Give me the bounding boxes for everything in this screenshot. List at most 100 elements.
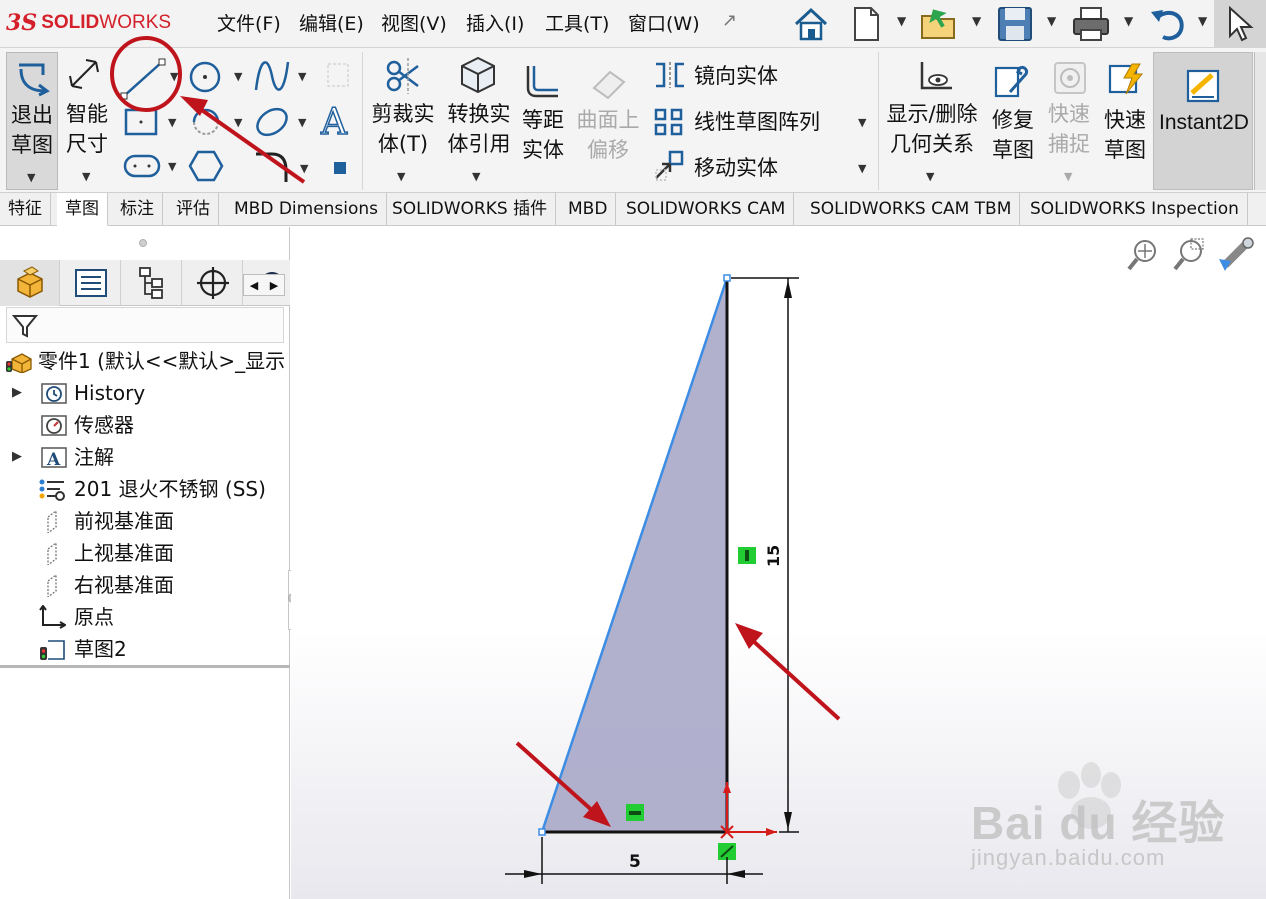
display-relations-icon[interactable] xyxy=(912,58,956,96)
panel-tabs: ◀ ▶ xyxy=(0,260,290,306)
menu-tools[interactable]: 工具(T) xyxy=(545,10,609,38)
graphics-viewport[interactable]: 15 5 Bai du 经验 jingyan.baidu.com xyxy=(291,227,1266,899)
tab-solidworks-cam[interactable]: SOLIDWORKS CAM xyxy=(618,193,795,226)
open-dropdown-icon[interactable]: ▼ xyxy=(972,14,981,28)
save-dropdown-icon[interactable]: ▼ xyxy=(1047,14,1056,28)
ribbon-overflow[interactable] xyxy=(1254,52,1266,190)
instant2d-button[interactable]: Instant2D xyxy=(1153,52,1253,190)
tree-item-label: 201 退火不锈钢 (SS) xyxy=(74,477,266,501)
smart-dim-dropdown-icon[interactable]: ▼ xyxy=(82,170,90,183)
pin-icon[interactable]: ↗ xyxy=(722,10,737,31)
offset-label-1[interactable]: 等距 xyxy=(516,106,570,134)
configuration-manager-tab[interactable] xyxy=(122,260,182,306)
point-grid-icon[interactable] xyxy=(324,58,352,92)
tree-item-sensors[interactable]: 传感器 xyxy=(0,410,288,440)
vertical-relation-glyph[interactable] xyxy=(738,547,756,564)
solidworks-logo[interactable]: 3S SOLIDWORKS xyxy=(6,9,171,37)
move-entities-label[interactable]: 移动实体 xyxy=(694,153,778,183)
convert-entities-icon[interactable] xyxy=(458,54,498,96)
menu-view[interactable]: 视图(V) xyxy=(381,10,447,38)
convert-label-1[interactable]: 转换实 xyxy=(442,100,516,128)
sketch-endpoint-left[interactable] xyxy=(538,828,546,836)
tab-solidworks-inspection[interactable]: SOLIDWORKS Inspection xyxy=(1022,193,1248,226)
tree-item-material[interactable]: 201 退火不锈钢 (SS) xyxy=(0,474,288,504)
print-icon[interactable] xyxy=(1070,4,1112,44)
panel-tab-scroller[interactable]: ◀ ▶ xyxy=(243,274,285,296)
relations-label-2[interactable]: 几何关系 xyxy=(880,130,984,158)
tab-evaluate[interactable]: 评估 xyxy=(168,193,219,226)
open-icon[interactable] xyxy=(918,4,960,44)
dimxpert-tab[interactable] xyxy=(183,260,243,306)
mirror-entities-label[interactable]: 镜向实体 xyxy=(694,61,778,91)
scroll-left-icon[interactable]: ◀ xyxy=(250,279,258,292)
print-dropdown-icon[interactable]: ▼ xyxy=(1124,14,1133,28)
panel-divider[interactable] xyxy=(0,665,290,668)
feature-manager-tab[interactable] xyxy=(0,260,60,306)
smart-dimension-icon[interactable] xyxy=(66,56,108,96)
panel-grip[interactable] xyxy=(139,239,147,247)
expand-arrow-icon[interactable]: ▶ xyxy=(12,378,22,408)
repair-label-1[interactable]: 修复 xyxy=(986,106,1040,134)
move-dropdown-icon[interactable]: ▼ xyxy=(858,162,866,175)
repair-label-2[interactable]: 草图 xyxy=(986,136,1040,164)
linear-pattern-label[interactable]: 线性草图阵列 xyxy=(694,107,820,137)
trim-label-2[interactable]: 体(T) xyxy=(366,130,440,158)
undo-dropdown-icon[interactable]: ▼ xyxy=(1198,14,1207,28)
expand-arrow-icon[interactable]: ▶ xyxy=(12,442,22,472)
tree-item-annotations[interactable]: ▶ A 注解 xyxy=(0,442,288,472)
scroll-right-icon[interactable]: ▶ xyxy=(270,279,278,292)
annotation-icon: A xyxy=(41,447,67,469)
convert-label-2[interactable]: 体引用 xyxy=(442,130,516,158)
tree-item-origin[interactable]: 原点 xyxy=(0,602,288,632)
menu-window[interactable]: 窗口(W) xyxy=(628,10,700,38)
offset-entities-icon[interactable] xyxy=(522,62,562,102)
repair-sketch-icon[interactable] xyxy=(992,62,1032,102)
dimension-vertical-value[interactable]: 15 xyxy=(764,545,783,567)
sketch-endpoint-top[interactable] xyxy=(723,274,731,282)
horizontal-relation-glyph[interactable] xyxy=(626,804,644,821)
linear-pattern-dropdown-icon[interactable]: ▼ xyxy=(858,116,866,129)
tree-item-right-plane[interactable]: 右视基准面 xyxy=(0,570,288,600)
tab-features[interactable]: 特征 xyxy=(0,193,51,226)
offset-label-2[interactable]: 实体 xyxy=(516,136,570,164)
plane-tool-icon[interactable] xyxy=(330,158,350,178)
tab-mbd-dimensions[interactable]: MBD Dimensions xyxy=(226,193,388,226)
move-entities-icon[interactable] xyxy=(652,150,688,184)
relations-label-1[interactable]: 显示/删除 xyxy=(880,100,984,128)
tab-solidworks-addins[interactable]: SOLIDWORKS 插件 xyxy=(384,193,557,226)
history-icon xyxy=(41,383,67,404)
smart-dim-label-1[interactable]: 智能 xyxy=(62,100,112,128)
tree-root-part[interactable]: 零件1 (默认<<默认>_显示 xyxy=(0,346,288,376)
tree-item-top-plane[interactable]: 上视基准面 xyxy=(0,538,288,568)
new-dropdown-icon[interactable]: ▼ xyxy=(897,14,906,28)
tree-item-front-plane[interactable]: 前视基准面 xyxy=(0,506,288,536)
tree-item-sketch2[interactable]: 草图2 xyxy=(0,634,288,664)
tab-markup[interactable]: 标注 xyxy=(112,193,163,226)
new-document-icon[interactable] xyxy=(850,4,882,44)
rapid-sketch-label-1[interactable]: 快速 xyxy=(1098,106,1152,134)
undo-icon[interactable] xyxy=(1147,4,1189,44)
property-manager-tab[interactable] xyxy=(61,260,121,306)
exit-sketch-button[interactable]: 退出 草图 ▼ xyxy=(6,52,58,190)
smart-dim-label-2[interactable]: 尺寸 xyxy=(62,130,112,158)
exit-sketch-dropdown-icon[interactable]: ▼ xyxy=(27,171,35,184)
trim-dropdown-icon[interactable]: ▼ xyxy=(397,170,405,183)
menu-insert[interactable]: 插入(I) xyxy=(466,10,524,38)
save-icon[interactable] xyxy=(995,4,1035,44)
tree-item-history[interactable]: ▶ History xyxy=(0,378,288,408)
rapid-sketch-label-2[interactable]: 草图 xyxy=(1098,136,1152,164)
trim-entities-icon[interactable] xyxy=(382,56,426,96)
convert-dropdown-icon[interactable]: ▼ xyxy=(472,170,480,183)
home-icon[interactable] xyxy=(790,4,832,44)
rapid-sketch-icon[interactable] xyxy=(1106,60,1146,100)
trim-label-1[interactable]: 剪裁实 xyxy=(366,100,440,128)
tab-mbd[interactable]: MBD xyxy=(560,193,617,226)
mirror-entities-icon[interactable] xyxy=(652,60,688,90)
tab-solidworks-cam-tbm[interactable]: SOLIDWORKS CAM TBM xyxy=(802,193,1021,226)
relations-dropdown-icon[interactable]: ▼ xyxy=(926,170,934,183)
tab-sketch[interactable]: 草图 xyxy=(57,193,108,226)
dimension-horizontal-value[interactable]: 5 xyxy=(629,852,641,872)
tree-filter[interactable] xyxy=(6,307,284,343)
linear-pattern-icon[interactable] xyxy=(652,106,688,138)
select-button[interactable] xyxy=(1214,0,1266,48)
